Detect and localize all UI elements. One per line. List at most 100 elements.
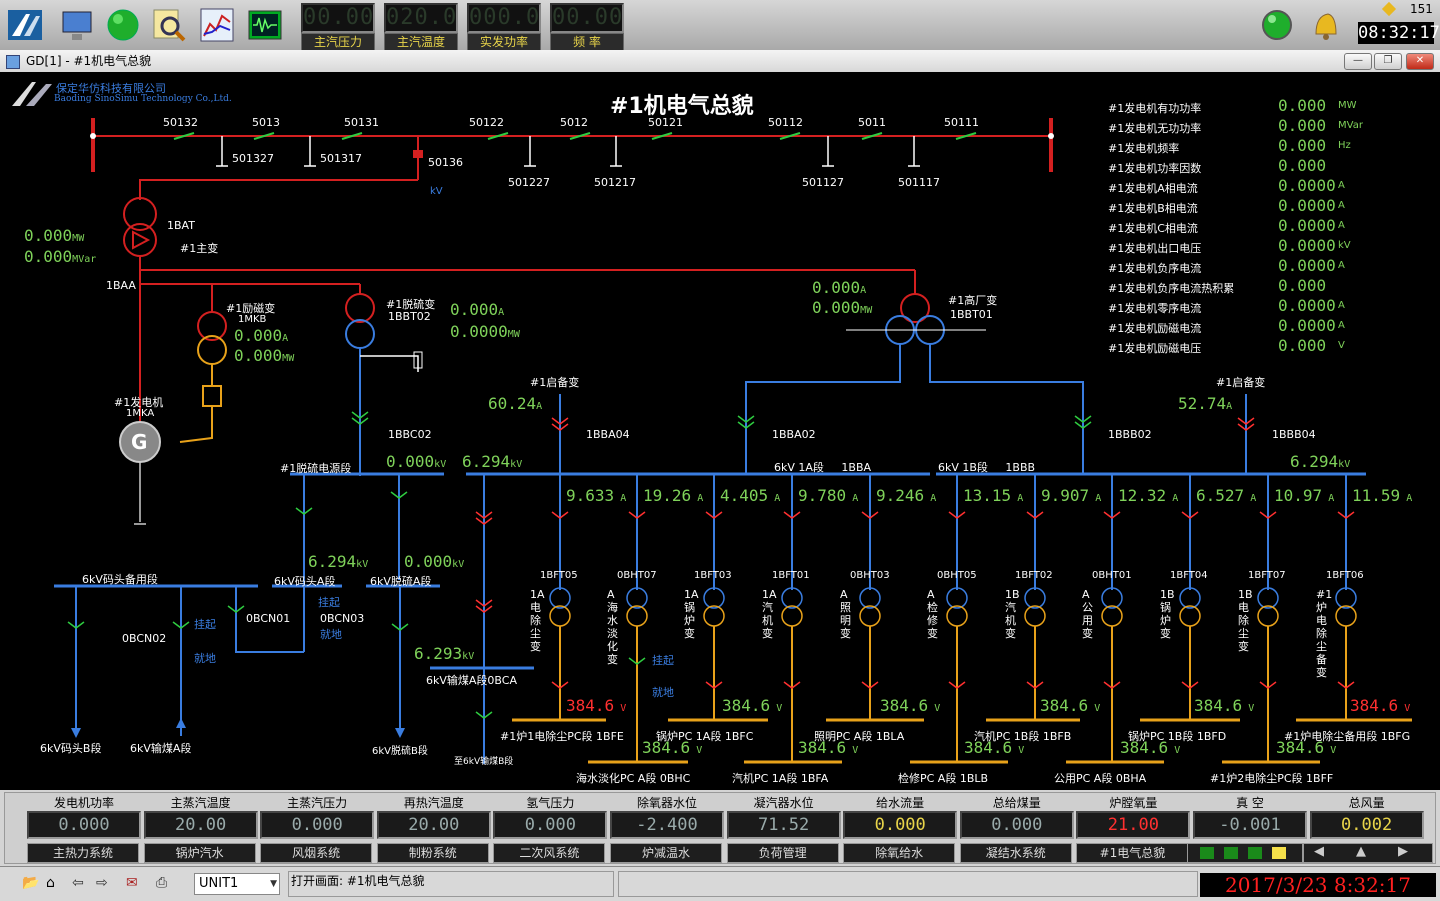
switch-label: 50131 xyxy=(344,116,379,129)
ground-switch-label: 50136 xyxy=(428,156,463,169)
transformer-name[interactable]: A公用变 xyxy=(1082,588,1094,640)
process-value: 0.000 xyxy=(493,811,608,839)
bus-1baa-label: 1BAA xyxy=(106,279,136,292)
print-icon[interactable]: ⎙ xyxy=(156,875,167,891)
top-toolbar: 00.00 主汽压力 020.0 主汽温度 000.0 实发功率 00.00 频… xyxy=(0,0,1440,51)
transformer-name[interactable]: 1B电除尘变 xyxy=(1238,588,1253,653)
process-value-label: 主蒸汽温度 xyxy=(170,796,231,810)
process-value-cell: 总给煤量 0.000 xyxy=(959,795,1074,839)
open-folder-icon[interactable]: 📂 xyxy=(22,875,39,891)
home-icon[interactable]: ⌂ xyxy=(46,875,55,891)
company-logo-icon xyxy=(10,80,54,108)
waveform-icon[interactable] xyxy=(246,6,284,44)
reading-label: #1发电机负序电流 xyxy=(1108,262,1202,275)
up-page-icon[interactable]: ▲ xyxy=(1356,844,1366,859)
feeder-current: 13.15 A xyxy=(963,486,1024,505)
raise-button[interactable]: 挂起 xyxy=(652,652,674,668)
dock-b-bus: 6kV码头B段 xyxy=(40,742,102,755)
nav-button[interactable]: 制粉系统 xyxy=(376,843,489,863)
status-blank xyxy=(618,871,1198,897)
standby-code-a: 1BBA04 xyxy=(586,428,630,441)
mail-icon[interactable]: ✉ xyxy=(126,875,138,891)
transformer-name[interactable]: 1B锅炉变 xyxy=(1160,588,1175,640)
restore-button[interactable]: ❐ xyxy=(1374,53,1402,70)
lv-bus-name: 汽机PC 1B段 1BFB xyxy=(974,730,1072,743)
reading-row: #1发电机负序电流热积累 0.000 xyxy=(1108,276,1438,296)
process-value-label: 炉膛氧量 xyxy=(1109,796,1158,810)
transformer-name[interactable]: #1炉电除尘备变 xyxy=(1316,588,1332,679)
indicator-green xyxy=(1200,847,1214,859)
next-page-icon[interactable]: ▶ xyxy=(1398,844,1408,859)
status-light-icon[interactable] xyxy=(104,6,142,44)
reading-row: #1发电机A相电流 0.0000 A xyxy=(1108,176,1438,196)
meter-value: 020.0 xyxy=(384,3,458,33)
reading-unit: A xyxy=(1338,200,1345,211)
bus-1a-name: 6kV 1A段 1BBA xyxy=(774,461,872,474)
process-values-panel: 发电机功率 0.000 主蒸汽温度 20.00 主蒸汽压力 0.000 再热汽温度 20.00… xyxy=(4,792,1436,864)
back-icon[interactable]: ⇦ xyxy=(72,875,84,891)
forward-icon[interactable]: ⇨ xyxy=(96,875,108,891)
app-logo-icon[interactable] xyxy=(6,6,44,44)
feeder-current: 4.405 A xyxy=(720,486,781,505)
bus-1b-name: 6kV 1B段 1BBB xyxy=(938,461,1036,474)
ground-switch-label: 501217 xyxy=(594,176,636,189)
meter-actual-power: 000.0 实发功率 xyxy=(467,3,541,51)
transformer-name[interactable]: A检修变 xyxy=(927,588,939,640)
raise-button[interactable]: 挂起 xyxy=(194,616,216,632)
monitor-icon[interactable] xyxy=(58,6,96,44)
trend-chart-icon[interactable] xyxy=(198,6,236,44)
alarm-indicators xyxy=(1187,843,1303,863)
nav-button[interactable]: 炉减温水 xyxy=(610,843,722,863)
nav-button[interactable]: 风烟系统 xyxy=(260,843,373,863)
nav-button[interactable]: 二次风系统 xyxy=(493,843,606,863)
transformer-name[interactable]: 1A汽机变 xyxy=(762,588,777,640)
nav-button[interactable]: 主热力系统 xyxy=(27,843,139,863)
transformer-name[interactable]: 1A锅炉变 xyxy=(684,588,699,640)
local-button[interactable]: 就地 xyxy=(320,626,342,642)
main-transformer-mw: 0.000MW xyxy=(24,226,85,245)
local-button[interactable]: 就地 xyxy=(194,650,216,666)
transformer-name[interactable]: 1B汽机变 xyxy=(1005,588,1020,640)
bell-icon[interactable] xyxy=(1306,6,1344,44)
unit-select[interactable]: UNIT1 ▼ xyxy=(194,873,280,895)
meter-value: 00.00 xyxy=(301,3,375,33)
reading-unit: A xyxy=(1338,220,1345,231)
cn03-label: 0BCN03 xyxy=(320,612,365,625)
main-transformer-code: 1BAT xyxy=(167,219,195,232)
desulf-current: 0.000A xyxy=(450,300,505,319)
prev-page-icon[interactable]: ◀ xyxy=(1314,844,1324,859)
standby-code-b: 1BBB04 xyxy=(1272,428,1316,441)
local-button[interactable]: 就地 xyxy=(652,684,674,700)
meter-label: 主汽压力 xyxy=(301,33,375,51)
chevron-down-icon[interactable]: ▼ xyxy=(270,874,277,894)
reading-value: 0.0000 xyxy=(1278,296,1336,315)
process-value-cell: 除氧器水位 -2.400 xyxy=(610,795,724,839)
reading-row: #1发电机励磁电压 0.000 V xyxy=(1108,336,1438,356)
lv-bus-name: 检修PC A段 1BLB xyxy=(898,772,989,785)
process-value-label: 主蒸汽压力 xyxy=(287,796,348,810)
search-icon[interactable] xyxy=(150,6,188,44)
process-value-cell: 给水流量 0.000 xyxy=(843,795,958,839)
reading-unit: Hz xyxy=(1338,140,1351,151)
transformer-code: 0BHT07 xyxy=(617,570,657,581)
nav-button[interactable]: 凝结水系统 xyxy=(959,843,1072,863)
reading-unit: kV xyxy=(1338,240,1351,251)
company-name-en: Baoding SinoSimu Technology Co.,Ltd. xyxy=(54,94,232,104)
minimize-button[interactable]: — xyxy=(1344,53,1372,70)
alarm-status-light-icon[interactable] xyxy=(1258,6,1296,44)
nav-button[interactable]: 锅炉汽水 xyxy=(143,843,256,863)
close-button[interactable]: ✕ xyxy=(1406,53,1434,70)
nav-button[interactable]: 除氧给水 xyxy=(843,843,956,863)
meter-label: 主汽温度 xyxy=(384,33,458,51)
transformer-name[interactable]: A海水淡化变 xyxy=(607,588,619,666)
nav-button[interactable]: #1电气总貌 xyxy=(1076,843,1189,863)
transformer-name[interactable]: A照明变 xyxy=(840,588,852,640)
switch-label: 5013 xyxy=(252,116,280,129)
bus-1b-voltage: 6.294kV xyxy=(1290,452,1351,471)
raise-button[interactable]: 挂起 xyxy=(318,594,340,610)
desulf-bus-voltage: 0.000kV xyxy=(386,452,447,471)
nav-button[interactable]: 负荷管理 xyxy=(726,843,839,863)
process-value-label: 除氧器水位 xyxy=(636,796,697,810)
process-value-label: 总给煤量 xyxy=(992,796,1041,810)
transformer-name[interactable]: 1A电除尘变 xyxy=(530,588,545,653)
